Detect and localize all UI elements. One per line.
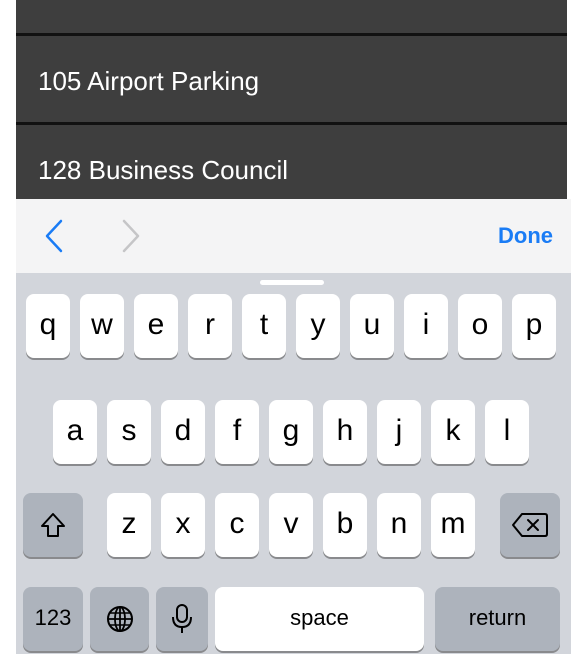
picker-list: 105 Airport Parking 128 Business Council <box>16 0 567 199</box>
key-i[interactable]: i <box>404 294 448 358</box>
chevron-right-icon[interactable] <box>115 217 145 255</box>
shift-icon <box>41 513 65 537</box>
numbers-key[interactable]: 123 <box>23 587 83 651</box>
key-m[interactable]: m <box>431 493 475 557</box>
shift-key[interactable] <box>23 493 83 557</box>
globe-key[interactable] <box>90 587 149 651</box>
list-separator <box>16 33 567 36</box>
key-o[interactable]: o <box>458 294 502 358</box>
key-x[interactable]: x <box>161 493 205 557</box>
key-s[interactable]: s <box>107 400 151 464</box>
key-e[interactable]: e <box>134 294 178 358</box>
globe-icon <box>106 606 133 632</box>
key-b[interactable]: b <box>323 493 367 557</box>
delete-key[interactable] <box>500 493 560 557</box>
done-button[interactable]: Done <box>498 222 553 250</box>
key-p[interactable]: p <box>512 294 556 358</box>
key-f[interactable]: f <box>215 400 259 464</box>
key-c[interactable]: c <box>215 493 259 557</box>
key-n[interactable]: n <box>377 493 421 557</box>
keyboard: q w e r t y u i o p a s d f g h j k l z … <box>16 273 571 654</box>
keyboard-accessory-bar: Done <box>16 199 571 273</box>
space-key[interactable]: space <box>215 587 424 651</box>
key-t[interactable]: t <box>242 294 286 358</box>
backspace-icon <box>512 513 548 537</box>
keyboard-grabber[interactable] <box>260 280 324 285</box>
microphone-icon <box>172 604 192 633</box>
key-z[interactable]: z <box>107 493 151 557</box>
key-v[interactable]: v <box>269 493 313 557</box>
key-h[interactable]: h <box>323 400 367 464</box>
key-k[interactable]: k <box>431 400 475 464</box>
return-key[interactable]: return <box>435 587 560 651</box>
list-item-label[interactable]: 105 Airport Parking <box>38 66 259 96</box>
chevron-left-icon[interactable] <box>40 217 70 255</box>
key-w[interactable]: w <box>80 294 124 358</box>
key-u[interactable]: u <box>350 294 394 358</box>
key-a[interactable]: a <box>53 400 97 464</box>
key-j[interactable]: j <box>377 400 421 464</box>
key-q[interactable]: q <box>26 294 70 358</box>
key-r[interactable]: r <box>188 294 232 358</box>
list-separator <box>16 122 567 125</box>
dictation-key[interactable] <box>156 587 208 651</box>
key-d[interactable]: d <box>161 400 205 464</box>
key-g[interactable]: g <box>269 400 313 464</box>
key-l[interactable]: l <box>485 400 529 464</box>
key-y[interactable]: y <box>296 294 340 358</box>
list-item-label[interactable]: 128 Business Council <box>38 155 288 185</box>
